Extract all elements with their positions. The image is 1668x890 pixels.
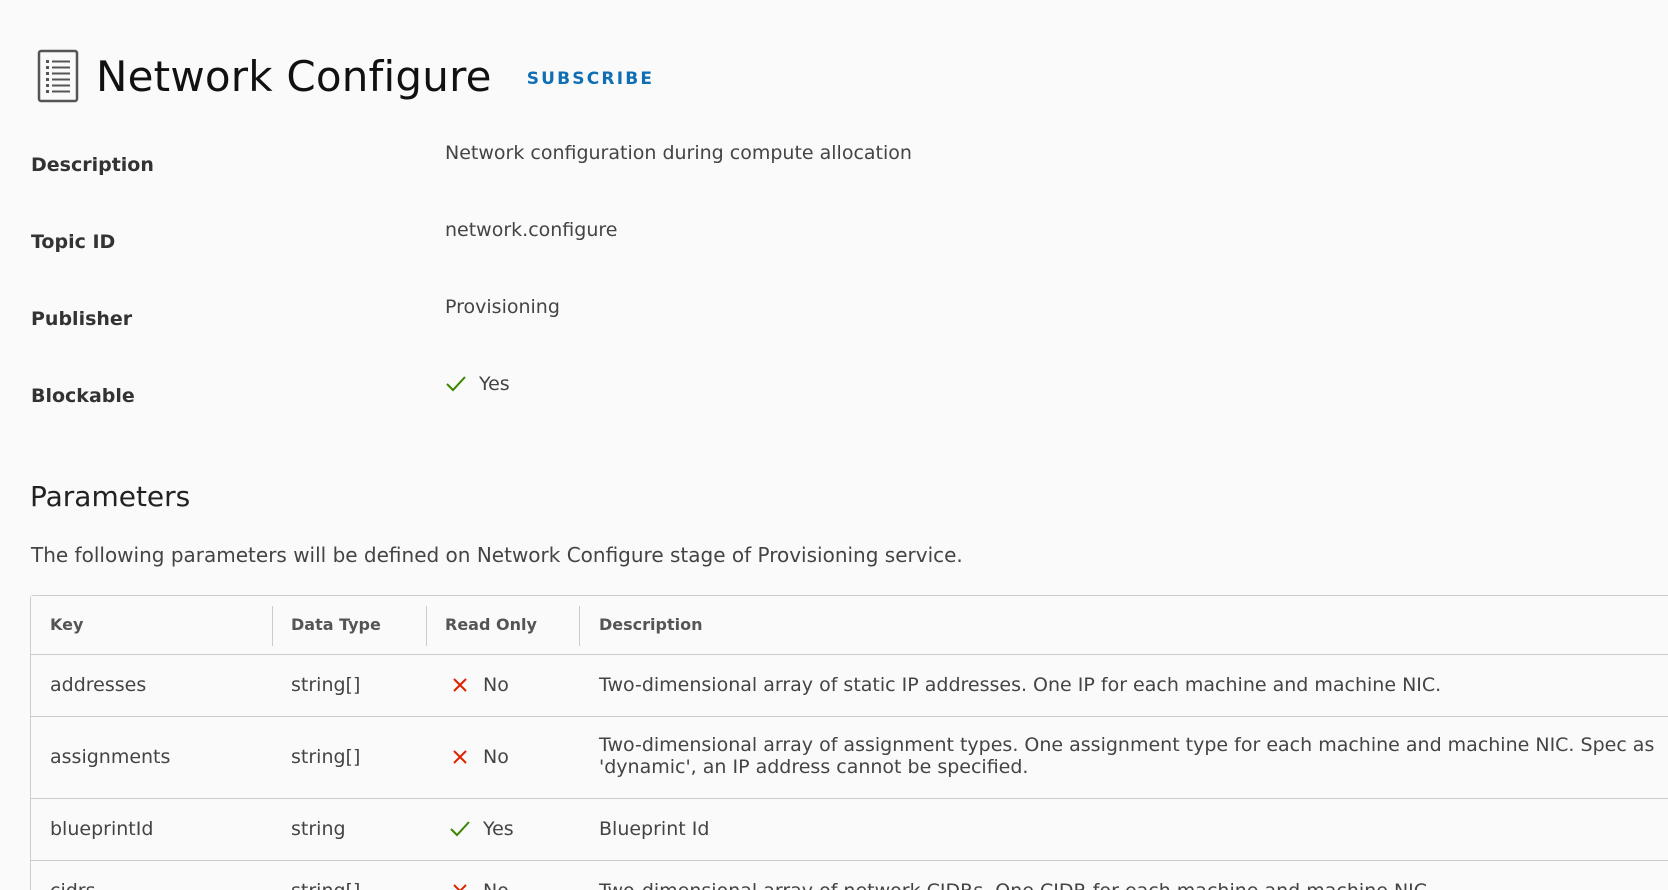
cell-read-only: Yes [449,818,514,840]
property-value: network.configure [445,219,617,241]
cell-read-only: No [449,880,509,890]
cell-data-type: string[] [291,880,360,890]
property-value: Yes [445,373,510,395]
column-separator[interactable] [579,606,580,646]
check-icon [450,821,470,837]
property-value: Network configuration during compute all… [445,142,912,164]
property-description: Description Network configuration during… [31,138,1231,215]
cell-data-type: string[] [291,746,361,768]
cell-description: Two-dimensional array of static IP addre… [599,674,1442,696]
topic-id-value: network.configure [445,219,618,241]
cell-description: Two-dimensional array of network CIDRs. … [599,880,1668,890]
publisher-value: Provisioning [445,296,560,318]
cell-key: assignments [50,746,171,768]
property-publisher: Publisher Provisioning [31,292,1231,369]
column-header-description[interactable]: Description [599,596,702,654]
table-header: Key Data Type Read Only Description [31,596,1668,655]
x-icon [453,884,467,890]
document-icon [37,49,79,103]
property-label: Description [31,154,154,176]
table-row: addresses string[] No Two-dimensional ar… [31,655,1668,717]
parameters-heading: Parameters [30,480,191,513]
property-blockable: Blockable Yes [31,369,1231,446]
parameters-description: The following parameters will be defined… [31,543,963,567]
event-topic-page: Network Configure SUBSCRIBE Description … [0,0,1668,890]
column-header-read-only[interactable]: Read Only [445,596,537,654]
cell-description: Blueprint Id [599,818,710,840]
property-label: Publisher [31,308,133,330]
column-header-key[interactable]: Key [50,596,83,654]
cell-key: blueprintId [50,818,154,840]
property-label: Topic ID [31,231,116,253]
property-label: Blockable [31,385,135,407]
parameters-table: Key Data Type Read Only Description addr… [30,595,1668,890]
cell-data-type: string[] [291,674,361,696]
cell-read-only: No [449,746,509,768]
cell-key: cidrs [50,880,96,890]
column-separator[interactable] [426,606,427,646]
cell-read-only: No [449,674,509,696]
description-value: Network configuration during compute all… [445,142,912,164]
read-only-value: Yes [483,818,514,840]
column-separator[interactable] [272,606,273,646]
table-row: assignments string[] No Two-dimensional … [31,717,1668,799]
x-icon [453,678,467,692]
table-row: blueprintId string Yes Blueprint Id [31,799,1668,861]
blockable-value: Yes [479,373,510,395]
read-only-value: No [483,880,509,890]
cell-key: addresses [50,674,147,696]
read-only-value: No [483,746,509,768]
property-topic-id: Topic ID network.configure [31,215,1231,292]
cell-data-type: string [291,818,346,840]
page-header: Network Configure SUBSCRIBE [36,48,654,104]
cell-description: Two-dimensional array of assignment type… [599,734,1655,778]
table-row: cidrs string[] No Two-dimensional array … [31,861,1668,890]
subscribe-button[interactable]: SUBSCRIBE [527,69,655,89]
page-title: Network Configure [96,51,492,101]
x-icon [453,750,467,764]
property-value: Provisioning [445,296,560,318]
properties-list: Description Network configuration during… [31,138,1231,446]
read-only-value: No [483,674,509,696]
column-header-data-type[interactable]: Data Type [291,596,381,654]
check-icon [446,376,466,392]
